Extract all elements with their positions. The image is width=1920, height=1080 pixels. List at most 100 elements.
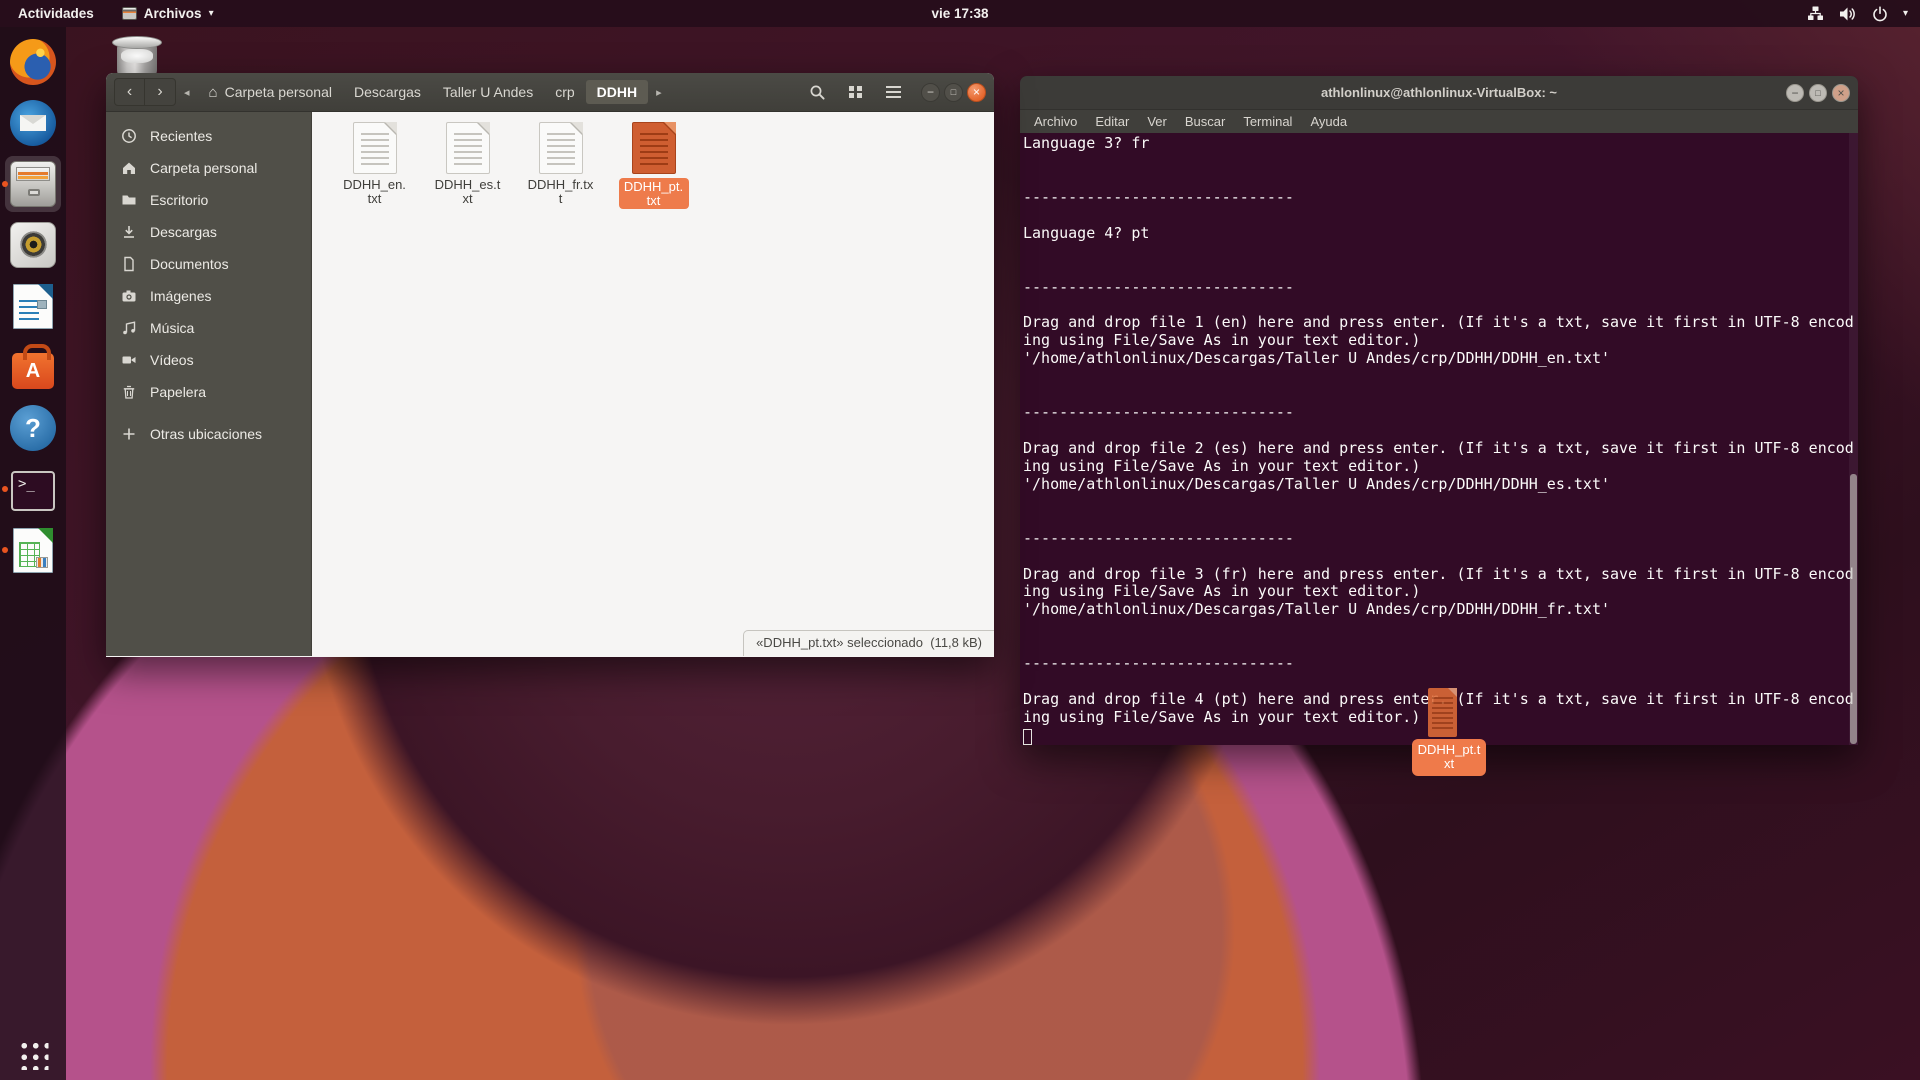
- help-glyph: ?: [25, 413, 41, 444]
- search-icon: [809, 84, 826, 101]
- menu-terminal[interactable]: Terminal: [1234, 114, 1301, 129]
- grid-view-icon: [849, 86, 854, 91]
- dock-libreoffice-calc[interactable]: [5, 522, 61, 578]
- activities-button[interactable]: Actividades: [0, 0, 112, 27]
- sidebar-item-documentos[interactable]: Documentos: [106, 248, 311, 280]
- back-button[interactable]: ‹: [114, 78, 145, 106]
- clock[interactable]: vie 17:38: [931, 0, 988, 27]
- help-icon: ?: [10, 405, 56, 451]
- files-content[interactable]: DDHH_en.txt DDHH_es.txt DDHH_fr.txt DDHH…: [312, 112, 994, 656]
- close-button[interactable]: ×: [1832, 84, 1850, 102]
- close-button[interactable]: ×: [967, 83, 986, 102]
- trash-icon: [121, 384, 137, 400]
- files-window: ‹ › ◂ ⌂ Carpeta personal Descargas Talle…: [106, 73, 994, 657]
- breadcrumb-label: crp: [555, 84, 574, 100]
- chevron-down-icon: ▾: [209, 8, 214, 19]
- sidebar-item-descargas[interactable]: Descargas: [106, 216, 311, 248]
- terminal-line: ------------------------------: [1023, 404, 1858, 422]
- terminal-line: ------------------------------: [1023, 279, 1858, 297]
- maximize-button[interactable]: □: [944, 83, 963, 102]
- camera-icon: [121, 288, 137, 304]
- menu-editar[interactable]: Editar: [1086, 114, 1138, 129]
- download-icon: [121, 224, 137, 240]
- app-menu-archivos[interactable]: Archivos ▾: [112, 0, 224, 27]
- top-bar: Actividades Archivos ▾ vie 17:38 ▾: [0, 0, 1920, 27]
- rhythmbox-icon: [10, 222, 56, 268]
- files-headerbar: ‹ › ◂ ⌂ Carpeta personal Descargas Talle…: [106, 73, 994, 112]
- sidebar-item-musica[interactable]: Música: [106, 312, 311, 344]
- menu-ver[interactable]: Ver: [1138, 114, 1176, 129]
- terminal-line: ------------------------------: [1023, 655, 1858, 673]
- terminal-output[interactable]: Language 3? fr--------------------------…: [1020, 133, 1858, 745]
- sidebar-item-label: Música: [150, 320, 194, 336]
- file-ddhh-fr[interactable]: DDHH_fr.txt: [514, 122, 607, 209]
- file-name: DDHH_es.txt: [435, 178, 501, 205]
- terminal-window: athlonlinux@athlonlinux-VirtualBox: ~ − …: [1020, 76, 1858, 745]
- sidebar-item-otras-ubicaciones[interactable]: Otras ubicaciones: [106, 418, 311, 450]
- maximize-icon: □: [1815, 89, 1820, 98]
- view-toggle-button[interactable]: [839, 78, 871, 106]
- forward-button[interactable]: ›: [145, 78, 176, 106]
- sidebar-item-imagenes[interactable]: Imágenes: [106, 280, 311, 312]
- maximize-button[interactable]: □: [1809, 84, 1827, 102]
- files-icon: [10, 161, 56, 207]
- breadcrumb-scroll-left-icon[interactable]: ◂: [182, 86, 192, 99]
- sidebar-item-carpeta-personal[interactable]: Carpeta personal: [106, 152, 311, 184]
- breadcrumb-home[interactable]: ⌂ Carpeta personal: [198, 80, 343, 105]
- terminal-menubar: Archivo Editar Ver Buscar Terminal Ayuda: [1020, 110, 1858, 133]
- dock-thunderbird[interactable]: [5, 95, 61, 151]
- terminal-line: Drag and drop file 3 (fr) here and press…: [1023, 566, 1858, 584]
- search-button[interactable]: [801, 78, 833, 106]
- terminal-line: '/home/athlonlinux/Descargas/Taller U An…: [1023, 476, 1858, 494]
- breadcrumb-taller-u-andes[interactable]: Taller U Andes: [432, 80, 544, 104]
- breadcrumb-crp[interactable]: crp: [544, 80, 585, 104]
- clock-icon: [121, 128, 137, 144]
- back-icon: ‹: [127, 83, 132, 101]
- dock-rhythmbox[interactable]: [5, 217, 61, 273]
- breadcrumb-descargas[interactable]: Descargas: [343, 80, 432, 104]
- minimize-button[interactable]: −: [921, 83, 940, 102]
- dock-files[interactable]: [5, 156, 61, 212]
- system-tray[interactable]: ▾: [1807, 0, 1908, 27]
- terminal-line: ------------------------------: [1023, 530, 1858, 548]
- dock-help[interactable]: ?: [5, 400, 61, 456]
- window-menu-button[interactable]: [877, 78, 909, 106]
- menu-ayuda[interactable]: Ayuda: [1301, 114, 1356, 129]
- dock-firefox[interactable]: [5, 34, 61, 90]
- terminal-titlebar[interactable]: athlonlinux@athlonlinux-VirtualBox: ~ − …: [1020, 76, 1858, 110]
- forward-icon: ›: [157, 83, 162, 101]
- breadcrumb: ⌂ Carpeta personal Descargas Taller U An…: [198, 78, 649, 106]
- terminal-line: Language 4? pt: [1023, 225, 1858, 243]
- minimize-button[interactable]: −: [1786, 84, 1804, 102]
- music-icon: [121, 320, 137, 336]
- sidebar-item-videos[interactable]: Vídeos: [106, 344, 311, 376]
- menu-archivo[interactable]: Archivo: [1025, 114, 1086, 129]
- text-file-icon: [539, 122, 583, 174]
- terminal-line: [1023, 619, 1858, 637]
- sidebar-item-papelera[interactable]: Papelera: [106, 376, 311, 408]
- dock-ubuntu-software[interactable]: A: [5, 339, 61, 395]
- sidebar-item-escritorio[interactable]: Escritorio: [106, 184, 311, 216]
- show-applications-button[interactable]: [18, 1039, 49, 1070]
- video-icon: [121, 352, 137, 368]
- firefox-icon: [10, 39, 56, 85]
- dock-libreoffice-writer[interactable]: [5, 278, 61, 334]
- breadcrumb-ddhh[interactable]: DDHH: [586, 80, 648, 104]
- sidebar-item-recientes[interactable]: Recientes: [106, 120, 311, 152]
- ubuntu-software-icon: A: [12, 353, 54, 389]
- document-icon: [121, 256, 137, 272]
- file-ddhh-pt-selected[interactable]: DDHH_pt.txt: [607, 122, 700, 209]
- file-ddhh-es[interactable]: DDHH_es.txt: [421, 122, 514, 209]
- terminal-line: [1023, 494, 1858, 512]
- breadcrumb-scroll-right-icon[interactable]: ▸: [654, 86, 664, 99]
- sidebar-item-label: Papelera: [150, 384, 206, 400]
- dock-terminal[interactable]: >_: [5, 461, 61, 517]
- dock: A ? >_: [0, 27, 66, 1080]
- file-ddhh-en[interactable]: DDHH_en.txt: [328, 122, 421, 209]
- libreoffice-writer-icon: [13, 284, 53, 329]
- menu-buscar[interactable]: Buscar: [1176, 114, 1234, 129]
- files-sidebar: Recientes Carpeta personal Escritorio De…: [106, 112, 312, 656]
- minimize-icon: −: [927, 86, 934, 98]
- scrollbar-thumb[interactable]: [1850, 474, 1857, 744]
- thunderbird-icon: [10, 100, 56, 146]
